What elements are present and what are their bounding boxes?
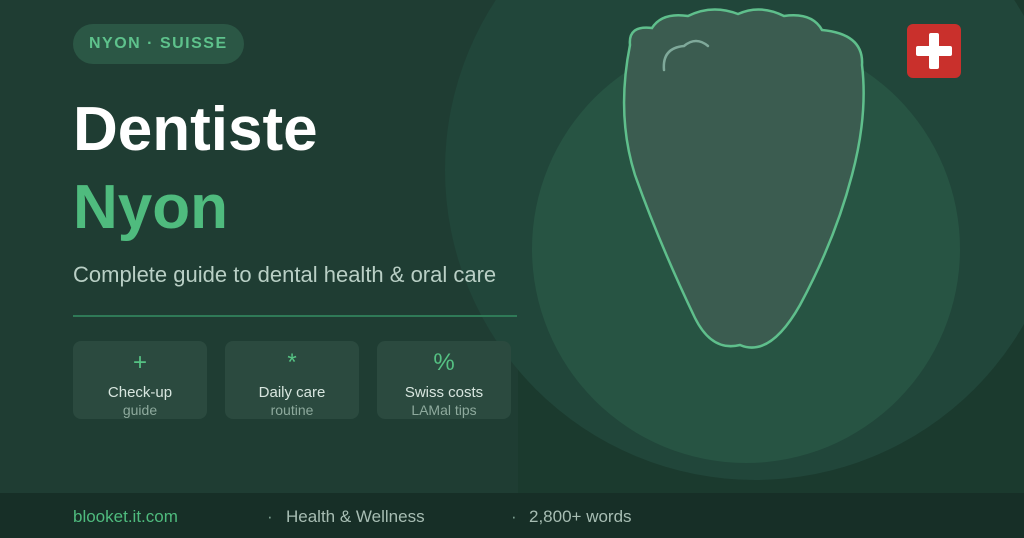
tooth-icon bbox=[622, 8, 865, 349]
swiss-flag-icon bbox=[907, 24, 961, 78]
feature-cards: + Check-up guide * Daily care routine % … bbox=[73, 341, 511, 419]
card-daily-care: * Daily care routine bbox=[225, 341, 359, 419]
asterisk-icon: * bbox=[287, 349, 297, 376]
card-subtitle: LAMal tips bbox=[411, 402, 477, 418]
page-title: Dentiste bbox=[73, 95, 318, 164]
card-checkup: + Check-up guide bbox=[73, 341, 207, 419]
footer-bar: blooket.it.com · Health & Wellness · 2,8… bbox=[0, 493, 1024, 538]
category-label: Health & Wellness bbox=[286, 507, 425, 526]
percent-icon: % bbox=[433, 349, 455, 376]
card-title: Swiss costs bbox=[404, 384, 484, 401]
card-swiss-costs: % Swiss costs LAMal tips bbox=[377, 341, 511, 419]
card-subtitle: routine bbox=[270, 402, 314, 418]
footer-separator: · bbox=[267, 507, 273, 526]
footer-separator: · bbox=[511, 507, 517, 526]
site-link[interactable]: blooket.it.com bbox=[73, 507, 178, 527]
card-title: Check-up bbox=[107, 384, 173, 401]
card-subtitle: guide bbox=[122, 402, 158, 418]
card-title: Daily care bbox=[258, 384, 326, 401]
page-subtitle: Complete guide to dental health & oral c… bbox=[73, 262, 497, 287]
divider bbox=[73, 315, 517, 317]
plus-icon: + bbox=[132, 349, 147, 376]
word-count: 2,800+ words bbox=[529, 507, 632, 526]
page-title-accent: Nyon bbox=[73, 173, 228, 242]
location-badge: NYON · SUISSE bbox=[73, 24, 244, 64]
